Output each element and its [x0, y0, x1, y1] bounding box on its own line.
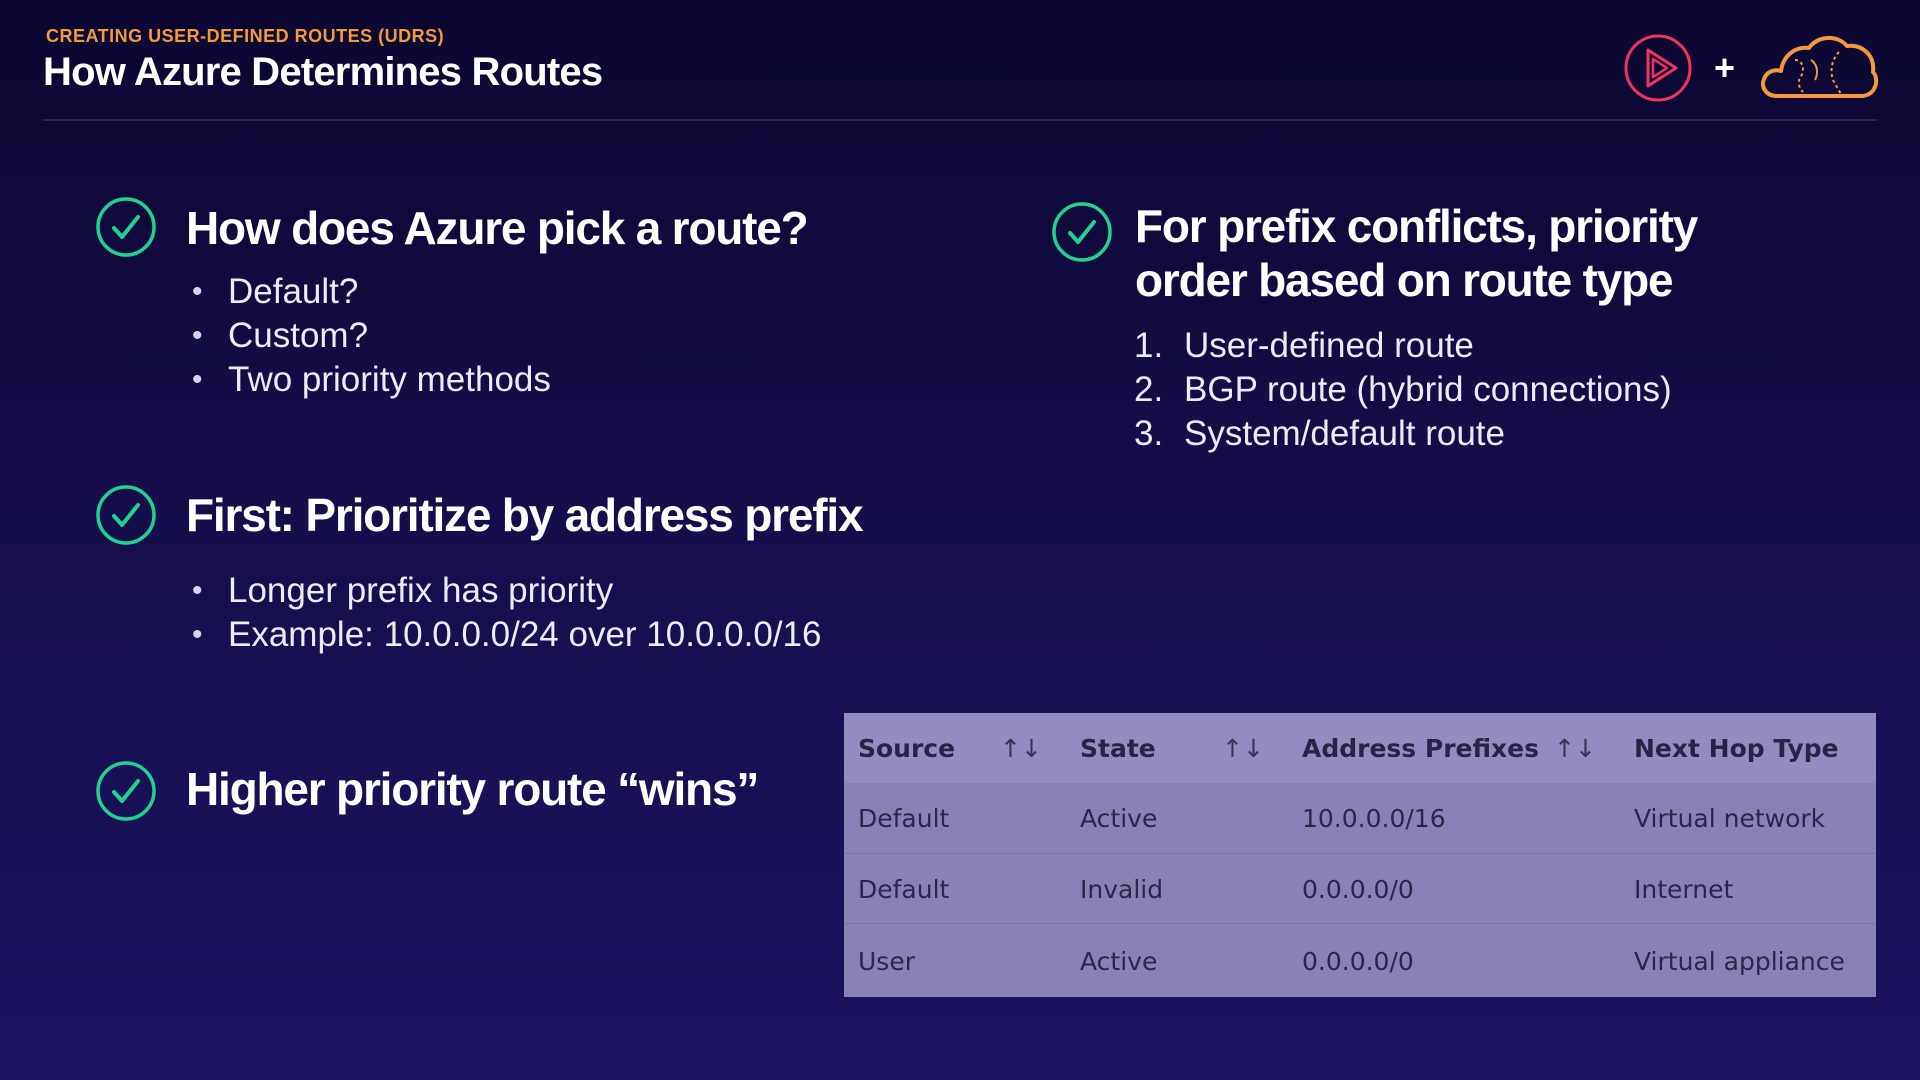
column-header-source[interactable]: Source	[858, 713, 955, 783]
list-item: Example: 10.0.0.0/24 over 10.0.0.0/16	[188, 613, 821, 657]
list-item: 2. BGP route (hybrid connections)	[1134, 368, 1672, 412]
column-header-state[interactable]: State	[1080, 713, 1156, 783]
list-item: 3. System/default route	[1134, 412, 1672, 456]
list-text: User-defined route	[1184, 326, 1474, 365]
cell-source: Default	[858, 874, 950, 904]
bullets-pick-route: Default? Custom? Two priority methods	[188, 270, 551, 402]
table-row: Default Active 10.0.0.0/16 Virtual netwo…	[844, 783, 1876, 853]
list-item: Longer prefix has priority	[188, 569, 821, 613]
play-logo-icon	[1624, 34, 1692, 102]
heading-pick-route: How does Azure pick a route?	[186, 202, 809, 254]
cell-address-prefix: 0.0.0.0/0	[1302, 874, 1414, 904]
table-row: Default Invalid 0.0.0.0/0 Internet	[844, 853, 1876, 924]
cell-next-hop-type: Internet	[1634, 874, 1734, 904]
heading-prefix-priority: First: Prioritize by address prefix	[186, 489, 864, 541]
list-item: Two priority methods	[188, 358, 551, 402]
cell-source: User	[858, 946, 915, 976]
list-item: Default?	[188, 270, 551, 314]
check-circle-icon	[1052, 202, 1112, 262]
cell-next-hop-type: Virtual network	[1634, 803, 1826, 833]
heading-priority-wins: Higher priority route “wins”	[186, 763, 759, 815]
list-item: 1. User-defined route	[1134, 324, 1672, 368]
check-circle-icon	[96, 485, 156, 545]
cell-address-prefix: 0.0.0.0/0	[1302, 946, 1414, 976]
list-item: Custom?	[188, 314, 551, 358]
plus-sign: +	[1714, 47, 1736, 88]
list-number: 2.	[1134, 370, 1164, 409]
heading-prefix-conflicts: For prefix conflicts, priority order bas…	[1135, 199, 1698, 307]
list-number: 3.	[1134, 414, 1164, 453]
list-text: System/default route	[1184, 414, 1505, 453]
cell-source: Default	[858, 803, 950, 833]
bullets-prefix-priority: Longer prefix has priority Example: 10.0…	[188, 569, 821, 657]
column-header-address-prefixes[interactable]: Address Prefixes	[1302, 713, 1539, 783]
cell-state: Active	[1080, 803, 1158, 833]
header-divider	[43, 119, 1877, 121]
check-circle-icon	[96, 197, 156, 257]
list-number: 1.	[1134, 326, 1164, 365]
heading-line: For prefix conflicts, priority	[1135, 200, 1698, 252]
route-type-priority-list: 1. User-defined route 2. BGP route (hybrid…	[1134, 324, 1672, 456]
table-header-row: Source ↑↓ State ↑↓ Address Prefixes ↑↓ N…	[844, 713, 1876, 783]
cell-next-hop-type: Virtual appliance	[1634, 946, 1845, 976]
cell-address-prefix: 10.0.0.0/16	[1302, 803, 1446, 833]
section-eyebrow: CREATING USER-DEFINED ROUTES (UDRS)	[46, 26, 445, 46]
effective-routes-table: Source ↑↓ State ↑↓ Address Prefixes ↑↓ N…	[844, 713, 1876, 997]
cloud-logo-icon	[1761, 36, 1879, 98]
heading-line: order based on route type	[1135, 254, 1674, 306]
column-header-next-hop-type[interactable]: Next Hop Type	[1634, 713, 1839, 783]
page-title: How Azure Determines Routes	[43, 50, 603, 94]
check-circle-icon	[96, 761, 156, 821]
sort-arrows-icon[interactable]: ↑↓	[1000, 713, 1042, 783]
cell-state: Invalid	[1080, 874, 1164, 904]
sort-arrows-icon[interactable]: ↑↓	[1554, 713, 1596, 783]
table-row: User Active 0.0.0.0/0 Virtual appliance	[844, 923, 1876, 998]
list-text: BGP route (hybrid connections)	[1184, 370, 1672, 409]
sort-arrows-icon[interactable]: ↑↓	[1222, 713, 1264, 783]
cell-state: Active	[1080, 946, 1158, 976]
